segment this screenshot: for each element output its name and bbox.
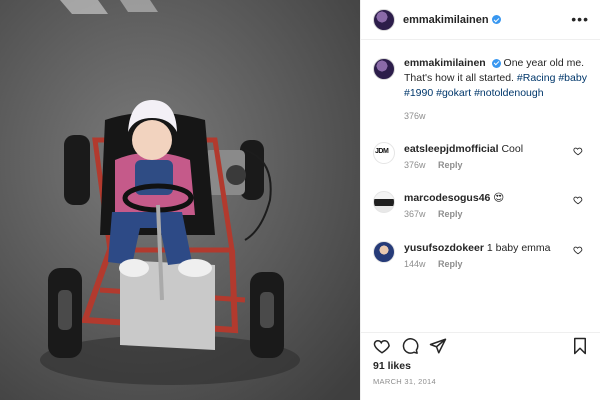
comment-meta: 367w Reply	[404, 209, 574, 219]
hashtag-gokart[interactable]: #gokart	[436, 87, 471, 99]
comment-text: yusufsozdokeer 1 baby emma	[404, 241, 574, 255]
comment-meta: 144w Reply	[404, 259, 574, 269]
comment-text: eatsleepjdmofficial Cool	[404, 142, 574, 156]
commenter-avatar[interactable]: JDM	[373, 142, 395, 164]
comment: JDM eatsleepjdmofficial Cool 376w Reply	[361, 142, 600, 170]
go-kart-baby-photo	[0, 0, 360, 400]
comment-text: marcodesogus46 😍	[404, 191, 574, 205]
likes-count[interactable]: 91 likes	[373, 360, 411, 372]
author-avatar[interactable]	[373, 8, 395, 31]
reply-button[interactable]: Reply	[438, 160, 463, 170]
comment-body: marcodesogus46 😍 367w Reply	[404, 191, 574, 219]
comment-like-heart-icon[interactable]	[573, 195, 583, 205]
comment-time: 144w	[404, 259, 426, 269]
hashtag-racing[interactable]: #Racing	[517, 72, 556, 84]
caption-body: emmakimilainen One year old me. That's h…	[404, 56, 594, 121]
post-side-panel: emmakimilainen ••• emmakimilainen One ye…	[360, 0, 600, 400]
post-header: emmakimilainen •••	[361, 0, 600, 40]
comment-like-heart-icon[interactable]	[573, 245, 583, 255]
comment: marcodesogus46 😍 367w Reply	[361, 191, 600, 219]
comment-username[interactable]: yusufsozdokeer	[404, 242, 484, 254]
caption: emmakimilainen One year old me. That's h…	[361, 56, 600, 121]
comment-message: Cool	[501, 143, 524, 155]
more-options-icon[interactable]: •••	[571, 12, 589, 26]
heart-icon[interactable]	[373, 337, 391, 355]
comment-time: 367w	[404, 209, 426, 219]
instagram-post: emmakimilainen ••• emmakimilainen One ye…	[0, 0, 600, 400]
caption-time: 376w	[404, 111, 426, 121]
comment-message: 😍	[493, 192, 505, 204]
post-photo[interactable]	[0, 0, 360, 400]
caption-username[interactable]: emmakimilainen	[404, 57, 486, 69]
hashtag-notoldenough[interactable]: #notoldenough	[474, 87, 544, 99]
jdm-logo-text: JDM	[375, 148, 389, 155]
hashtag-baby[interactable]: #baby	[558, 72, 587, 84]
comment-time: 376w	[404, 160, 426, 170]
hashtag-1990[interactable]: #1990	[404, 87, 433, 99]
author-username[interactable]: emmakimilainen	[403, 14, 489, 26]
caption-author-avatar[interactable]	[373, 58, 395, 80]
reply-button[interactable]: Reply	[438, 259, 463, 269]
post-date: MARCH 31, 2014	[373, 377, 436, 386]
comment-meta: 376w Reply	[404, 160, 574, 170]
comment-bubble-icon[interactable]	[401, 337, 419, 355]
comment-username[interactable]: marcodesogus46	[404, 192, 490, 204]
caption-text: emmakimilainen One year old me. That's h…	[404, 56, 594, 101]
comment: yusufsozdokeer 1 baby emma 144w Reply	[361, 241, 600, 269]
reply-button[interactable]: Reply	[438, 209, 463, 219]
verified-badge-icon	[491, 15, 501, 24]
post-actions-bar	[361, 332, 600, 358]
paper-plane-icon[interactable]	[429, 337, 447, 355]
verified-badge-icon	[491, 58, 501, 68]
comment-body: eatsleepjdmofficial Cool 376w Reply	[404, 142, 574, 170]
comment-body: yusufsozdokeer 1 baby emma 144w Reply	[404, 241, 574, 269]
bookmark-icon[interactable]	[571, 337, 589, 355]
comment-message: 1 baby emma	[486, 242, 551, 254]
commenter-avatar[interactable]	[373, 191, 395, 213]
commenter-avatar[interactable]	[373, 241, 395, 263]
comment-username[interactable]: eatsleepjdmofficial	[404, 143, 499, 155]
comment-like-heart-icon[interactable]	[573, 146, 583, 156]
